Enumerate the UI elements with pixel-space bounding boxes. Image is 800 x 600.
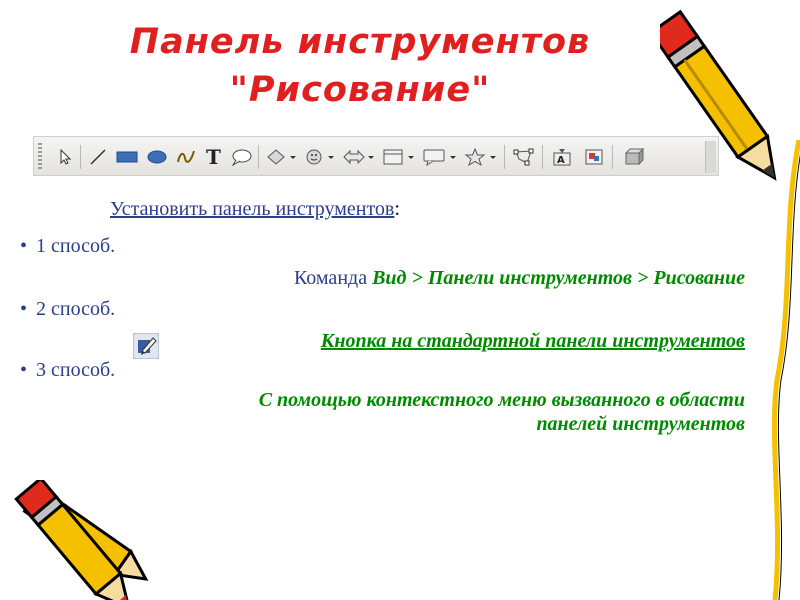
install-toolbar-heading: Установить панель инструментов: (110, 198, 400, 221)
drawing-toggle-button-icon (132, 332, 160, 360)
command-word: Команда (293, 267, 373, 289)
toolbar-separator (80, 145, 81, 169)
title-line-2: "Рисование" (229, 70, 491, 110)
bullet-dot: • (20, 359, 28, 381)
method-2-detail: Кнопка на стандартной панели инструменто… (320, 330, 745, 352)
slide-title: Панель инструментов "Рисование" (0, 18, 720, 114)
menu-path: Вид > Панели инструментов > Рисование (372, 267, 745, 289)
text-icon[interactable]: T (202, 137, 224, 177)
method-label: 1 способ. (36, 235, 116, 257)
toolbar-grip[interactable] (38, 143, 42, 171)
method-3-detail: С помощью контекстного меню вызванного в… (95, 388, 745, 436)
curve-icon[interactable] (174, 137, 198, 177)
method-1: • 1 способ. (20, 235, 115, 258)
rectangle-icon[interactable] (114, 137, 140, 177)
bullet-dot: • (20, 298, 28, 320)
3d-icon[interactable] (620, 137, 648, 177)
method-1-detail: Команда Вид > Панели инструментов > Рисо… (294, 267, 745, 290)
bullet-dot: • (20, 235, 28, 257)
title-line-1: Панель инструментов (129, 22, 591, 62)
method-label: 2 способ. (36, 298, 116, 320)
toolbar-separator (612, 145, 613, 169)
toolbar-separator (542, 145, 543, 169)
block-arrows-icon[interactable] (340, 137, 378, 177)
callout-icon[interactable] (228, 137, 254, 177)
pencil-right-edge-icon (771, 140, 800, 600)
extrusion-icon[interactable] (580, 137, 608, 177)
stars-icon[interactable] (462, 137, 500, 177)
svg-text:T: T (206, 147, 221, 167)
line-icon[interactable] (86, 137, 110, 177)
method-label: 3 способ. (36, 359, 116, 381)
flowchart-icon[interactable] (380, 137, 418, 177)
pencils-bottom-left-icon (14, 480, 149, 600)
select-arrow-icon[interactable] (54, 137, 76, 177)
symbol-shapes-icon[interactable] (302, 137, 338, 177)
method-3-detail-line-2: панелей инструментов (536, 413, 745, 435)
fontwork-icon[interactable]: A (548, 137, 576, 177)
toolbar-separator (504, 145, 505, 169)
method-3-detail-line-1: С помощью контекстного меню вызванного в… (258, 389, 745, 411)
callouts-icon[interactable] (420, 137, 460, 177)
pencil-top-right-icon (660, 9, 777, 181)
toolbar-separator (258, 145, 259, 169)
colon: : (394, 198, 400, 220)
method-2: • 2 способ. (20, 298, 115, 321)
points-icon[interactable] (510, 137, 538, 177)
drawing-toolbar: T A (33, 136, 719, 176)
svg-text:A: A (557, 155, 565, 166)
basic-shapes-icon[interactable] (264, 137, 300, 177)
install-toolbar-text: Установить панель инструментов (110, 198, 395, 220)
ellipse-icon[interactable] (144, 137, 170, 177)
method-3: • 3 способ. (20, 359, 115, 382)
